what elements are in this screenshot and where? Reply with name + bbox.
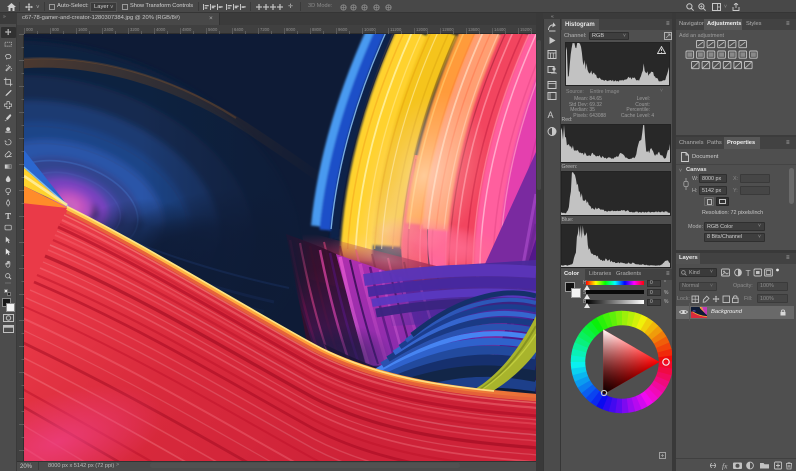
svg-text:4800: 4800 xyxy=(182,27,192,32)
svg-text:3200: 3200 xyxy=(130,27,140,32)
svg-text:15200: 15200 xyxy=(520,27,532,32)
svg-text:2400: 2400 xyxy=(104,27,114,32)
svg-text:12800: 12800 xyxy=(442,27,454,32)
svg-text:13600: 13600 xyxy=(468,27,480,32)
svg-text:800: 800 xyxy=(52,27,60,32)
svg-text:7200: 7200 xyxy=(260,27,270,32)
svg-text:000: 000 xyxy=(26,27,34,32)
svg-text:10400: 10400 xyxy=(364,27,376,32)
svg-text:6400: 6400 xyxy=(234,27,244,32)
svg-text:8800: 8800 xyxy=(312,27,322,32)
svg-text:T: T xyxy=(746,268,751,278)
svg-text:fx: fx xyxy=(722,462,728,471)
svg-text:12000: 12000 xyxy=(416,27,428,32)
svg-text:1600: 1600 xyxy=(78,27,88,32)
svg-text:14400: 14400 xyxy=(494,27,506,32)
svg-text:A: A xyxy=(548,110,554,120)
svg-text:8000: 8000 xyxy=(286,27,296,32)
svg-text:11200: 11200 xyxy=(390,27,402,32)
svg-text:4000: 4000 xyxy=(156,27,166,32)
svg-text:5600: 5600 xyxy=(208,27,218,32)
svg-text:9600: 9600 xyxy=(338,27,348,32)
